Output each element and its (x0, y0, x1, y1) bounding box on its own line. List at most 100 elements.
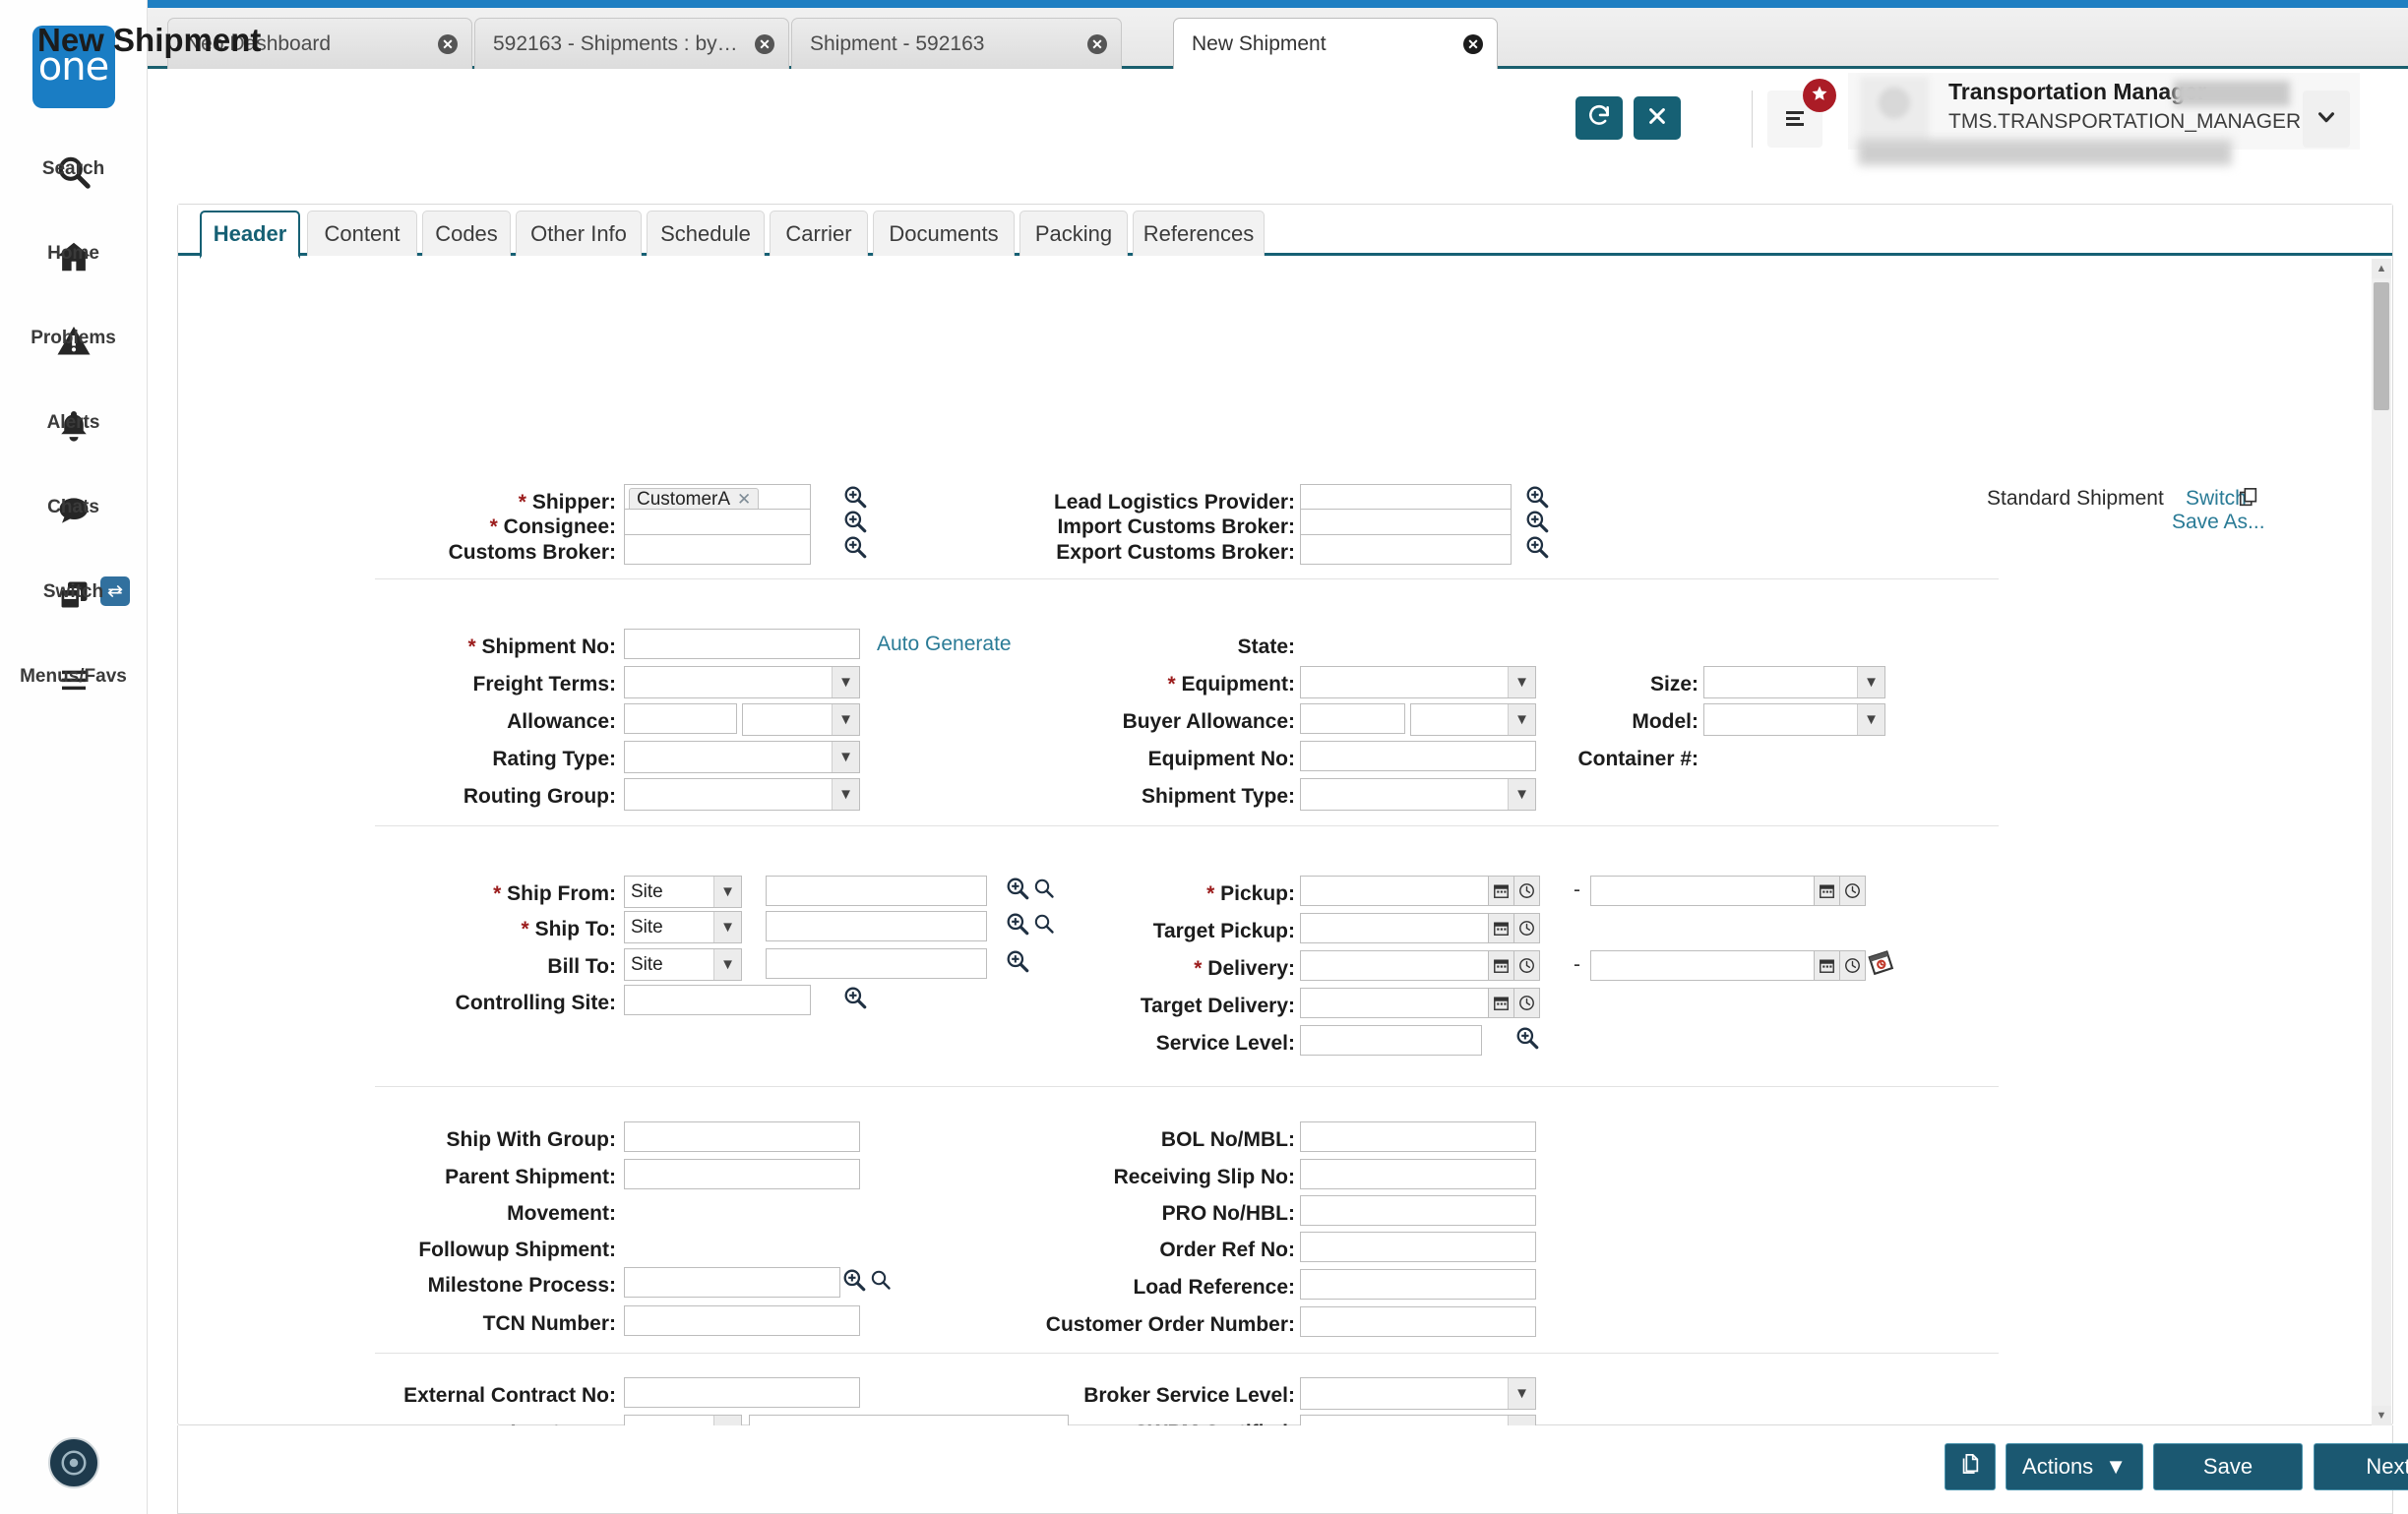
ship-with-group-input[interactable] (624, 1121, 860, 1152)
close-icon[interactable]: ✕ (1087, 33, 1107, 54)
pickup-to-clock-icon[interactable] (1840, 876, 1866, 906)
buyer-allowance-input[interactable] (1300, 703, 1405, 734)
shipment-no-input[interactable] (624, 629, 860, 659)
sidebar-item-menus-favs[interactable]: Menus/Favs (0, 659, 148, 700)
save-as-link[interactable]: Save As... (2172, 511, 2265, 534)
customer-order-number-input[interactable] (1300, 1306, 1536, 1337)
tab-packing[interactable]: Packing (1019, 211, 1128, 256)
bol-no-mbl-input[interactable] (1300, 1121, 1536, 1152)
equipment-no-input[interactable] (1300, 741, 1536, 771)
milestone-process-lookup-icon[interactable] (841, 1267, 867, 1298)
tab-other-info[interactable]: Other Info (516, 211, 642, 256)
pickup-to-input[interactable] (1590, 876, 1815, 906)
switch-toggle-badge[interactable] (99, 576, 130, 606)
tab-content[interactable]: Content (307, 211, 417, 256)
routing-group-select[interactable]: ▼ (624, 778, 860, 811)
target-delivery-calendar-icon[interactable] (1489, 988, 1514, 1018)
scrollbar-thumb[interactable] (2374, 282, 2389, 410)
copy-button[interactable] (1945, 1443, 1996, 1490)
rating-type-select[interactable]: ▼ (624, 741, 860, 773)
delivery-to-clock-icon[interactable] (1840, 950, 1866, 981)
auto-generate-link[interactable]: Auto Generate (877, 633, 1012, 656)
save-button[interactable]: Save (2153, 1443, 2303, 1490)
tab-documents[interactable]: Documents (873, 211, 1015, 256)
broker-service-level-select[interactable]: ▼ (1300, 1377, 1536, 1410)
allowance-input[interactable] (624, 703, 737, 734)
allowance-unit-select[interactable]: ▼ (742, 703, 860, 736)
customs-broker-lookup-icon[interactable] (842, 534, 868, 565)
next-button[interactable]: Next (2314, 1443, 2408, 1490)
target-pickup-clock-icon[interactable] (1514, 913, 1540, 943)
freight-terms-select[interactable]: ▼ (624, 666, 860, 698)
delivery-to-input[interactable] (1590, 950, 1815, 981)
scroll-down-arrow[interactable]: ▼ (2372, 1406, 2391, 1425)
external-contract-no-input[interactable] (624, 1377, 860, 1408)
pickup-from-input[interactable] (1300, 876, 1489, 906)
tab-codes[interactable]: Codes (422, 211, 511, 256)
copy-icon[interactable] (2238, 487, 2259, 514)
delivery-from-input[interactable] (1300, 950, 1489, 981)
ship-to-lookup-icon[interactable] (1005, 911, 1030, 941)
target-delivery-clock-icon[interactable] (1514, 988, 1540, 1018)
support-agent-avatar[interactable] (47, 1437, 99, 1488)
ship-from-input[interactable] (766, 876, 987, 906)
pickup-to-calendar-icon[interactable] (1815, 876, 1840, 906)
delivery-from-clock-icon[interactable] (1514, 950, 1540, 981)
pickup-from-calendar-icon[interactable] (1489, 876, 1514, 906)
delivery-to-calendar-icon[interactable] (1815, 950, 1840, 981)
bill-to-lookup-icon[interactable] (1005, 948, 1030, 979)
ship-from-type-select[interactable]: Site ▼ (624, 876, 742, 908)
bill-to-type-select[interactable]: Site ▼ (624, 948, 742, 981)
browser-tab-shipments-list[interactable]: 592163 - Shipments : by Shipme... ✕ (474, 18, 789, 69)
sidebar-item-home[interactable]: Home (0, 236, 148, 277)
sidebar-item-problems[interactable]: Problems (0, 321, 148, 362)
actions-button[interactable]: Actions ▼ (2006, 1443, 2143, 1490)
receiving-slip-no-input[interactable] (1300, 1159, 1536, 1189)
export-customs-broker-input[interactable] (1300, 534, 1512, 565)
milestone-process-search-icon[interactable] (869, 1268, 893, 1297)
pickup-from-clock-icon[interactable] (1514, 876, 1540, 906)
ship-to-type-select[interactable]: Site ▼ (624, 911, 742, 943)
target-pickup-calendar-icon[interactable] (1489, 913, 1514, 943)
service-level-lookup-icon[interactable] (1514, 1025, 1540, 1056)
parent-shipment-input[interactable] (624, 1159, 860, 1189)
service-level-input[interactable] (1300, 1025, 1482, 1056)
scroll-up-arrow[interactable]: ▲ (2372, 259, 2391, 278)
browser-tab-shipment-592163[interactable]: Shipment - 592163 ✕ (791, 18, 1122, 69)
tab-carrier[interactable]: Carrier (770, 211, 868, 256)
browser-tab-new-shipment[interactable]: New Shipment ✕ (1173, 18, 1498, 69)
close-icon[interactable]: ✕ (755, 33, 774, 54)
ship-from-lookup-icon[interactable] (1005, 876, 1030, 906)
tab-references[interactable]: References (1133, 211, 1265, 256)
sidebar-item-switch[interactable]: Switch (0, 575, 148, 616)
user-menu-button[interactable] (2303, 91, 2350, 148)
size-select[interactable]: ▼ (1703, 666, 1885, 698)
export-customs-broker-lookup-icon[interactable] (1524, 534, 1550, 565)
close-icon[interactable]: ✕ (438, 33, 458, 54)
target-delivery-input[interactable] (1300, 988, 1489, 1018)
shipper-token[interactable]: CustomerA ✕ (629, 487, 760, 512)
shipment-type-select[interactable]: ▼ (1300, 778, 1536, 811)
model-select[interactable]: ▼ (1703, 703, 1885, 736)
equipment-select[interactable]: ▼ (1300, 666, 1536, 698)
bill-to-input[interactable] (766, 948, 987, 979)
ship-to-input[interactable] (766, 911, 987, 941)
pro-no-hbl-input[interactable] (1300, 1195, 1536, 1226)
close-icon[interactable]: ✕ (1463, 33, 1483, 54)
load-reference-input[interactable] (1300, 1269, 1536, 1300)
remove-token-icon[interactable]: ✕ (737, 490, 751, 510)
sidebar-item-search[interactable]: Search (0, 151, 148, 193)
favorites-star-badge[interactable] (1803, 79, 1836, 112)
tab-schedule[interactable]: Schedule (647, 211, 765, 256)
close-page-button[interactable] (1634, 96, 1681, 140)
order-ref-no-input[interactable] (1300, 1232, 1536, 1262)
controlling-site-lookup-icon[interactable] (842, 985, 868, 1015)
sidebar-item-alerts[interactable]: Alerts (0, 405, 148, 447)
controlling-site-input[interactable] (624, 985, 811, 1015)
buyer-allowance-unit-select[interactable]: ▼ (1410, 703, 1536, 736)
milestone-process-input[interactable] (624, 1267, 840, 1298)
customs-broker-input[interactable] (624, 534, 811, 565)
form-scrollbar[interactable]: ▲ ▼ (2372, 259, 2391, 1425)
delivery-from-calendar-icon[interactable] (1489, 950, 1514, 981)
tcn-number-input[interactable] (624, 1305, 860, 1336)
